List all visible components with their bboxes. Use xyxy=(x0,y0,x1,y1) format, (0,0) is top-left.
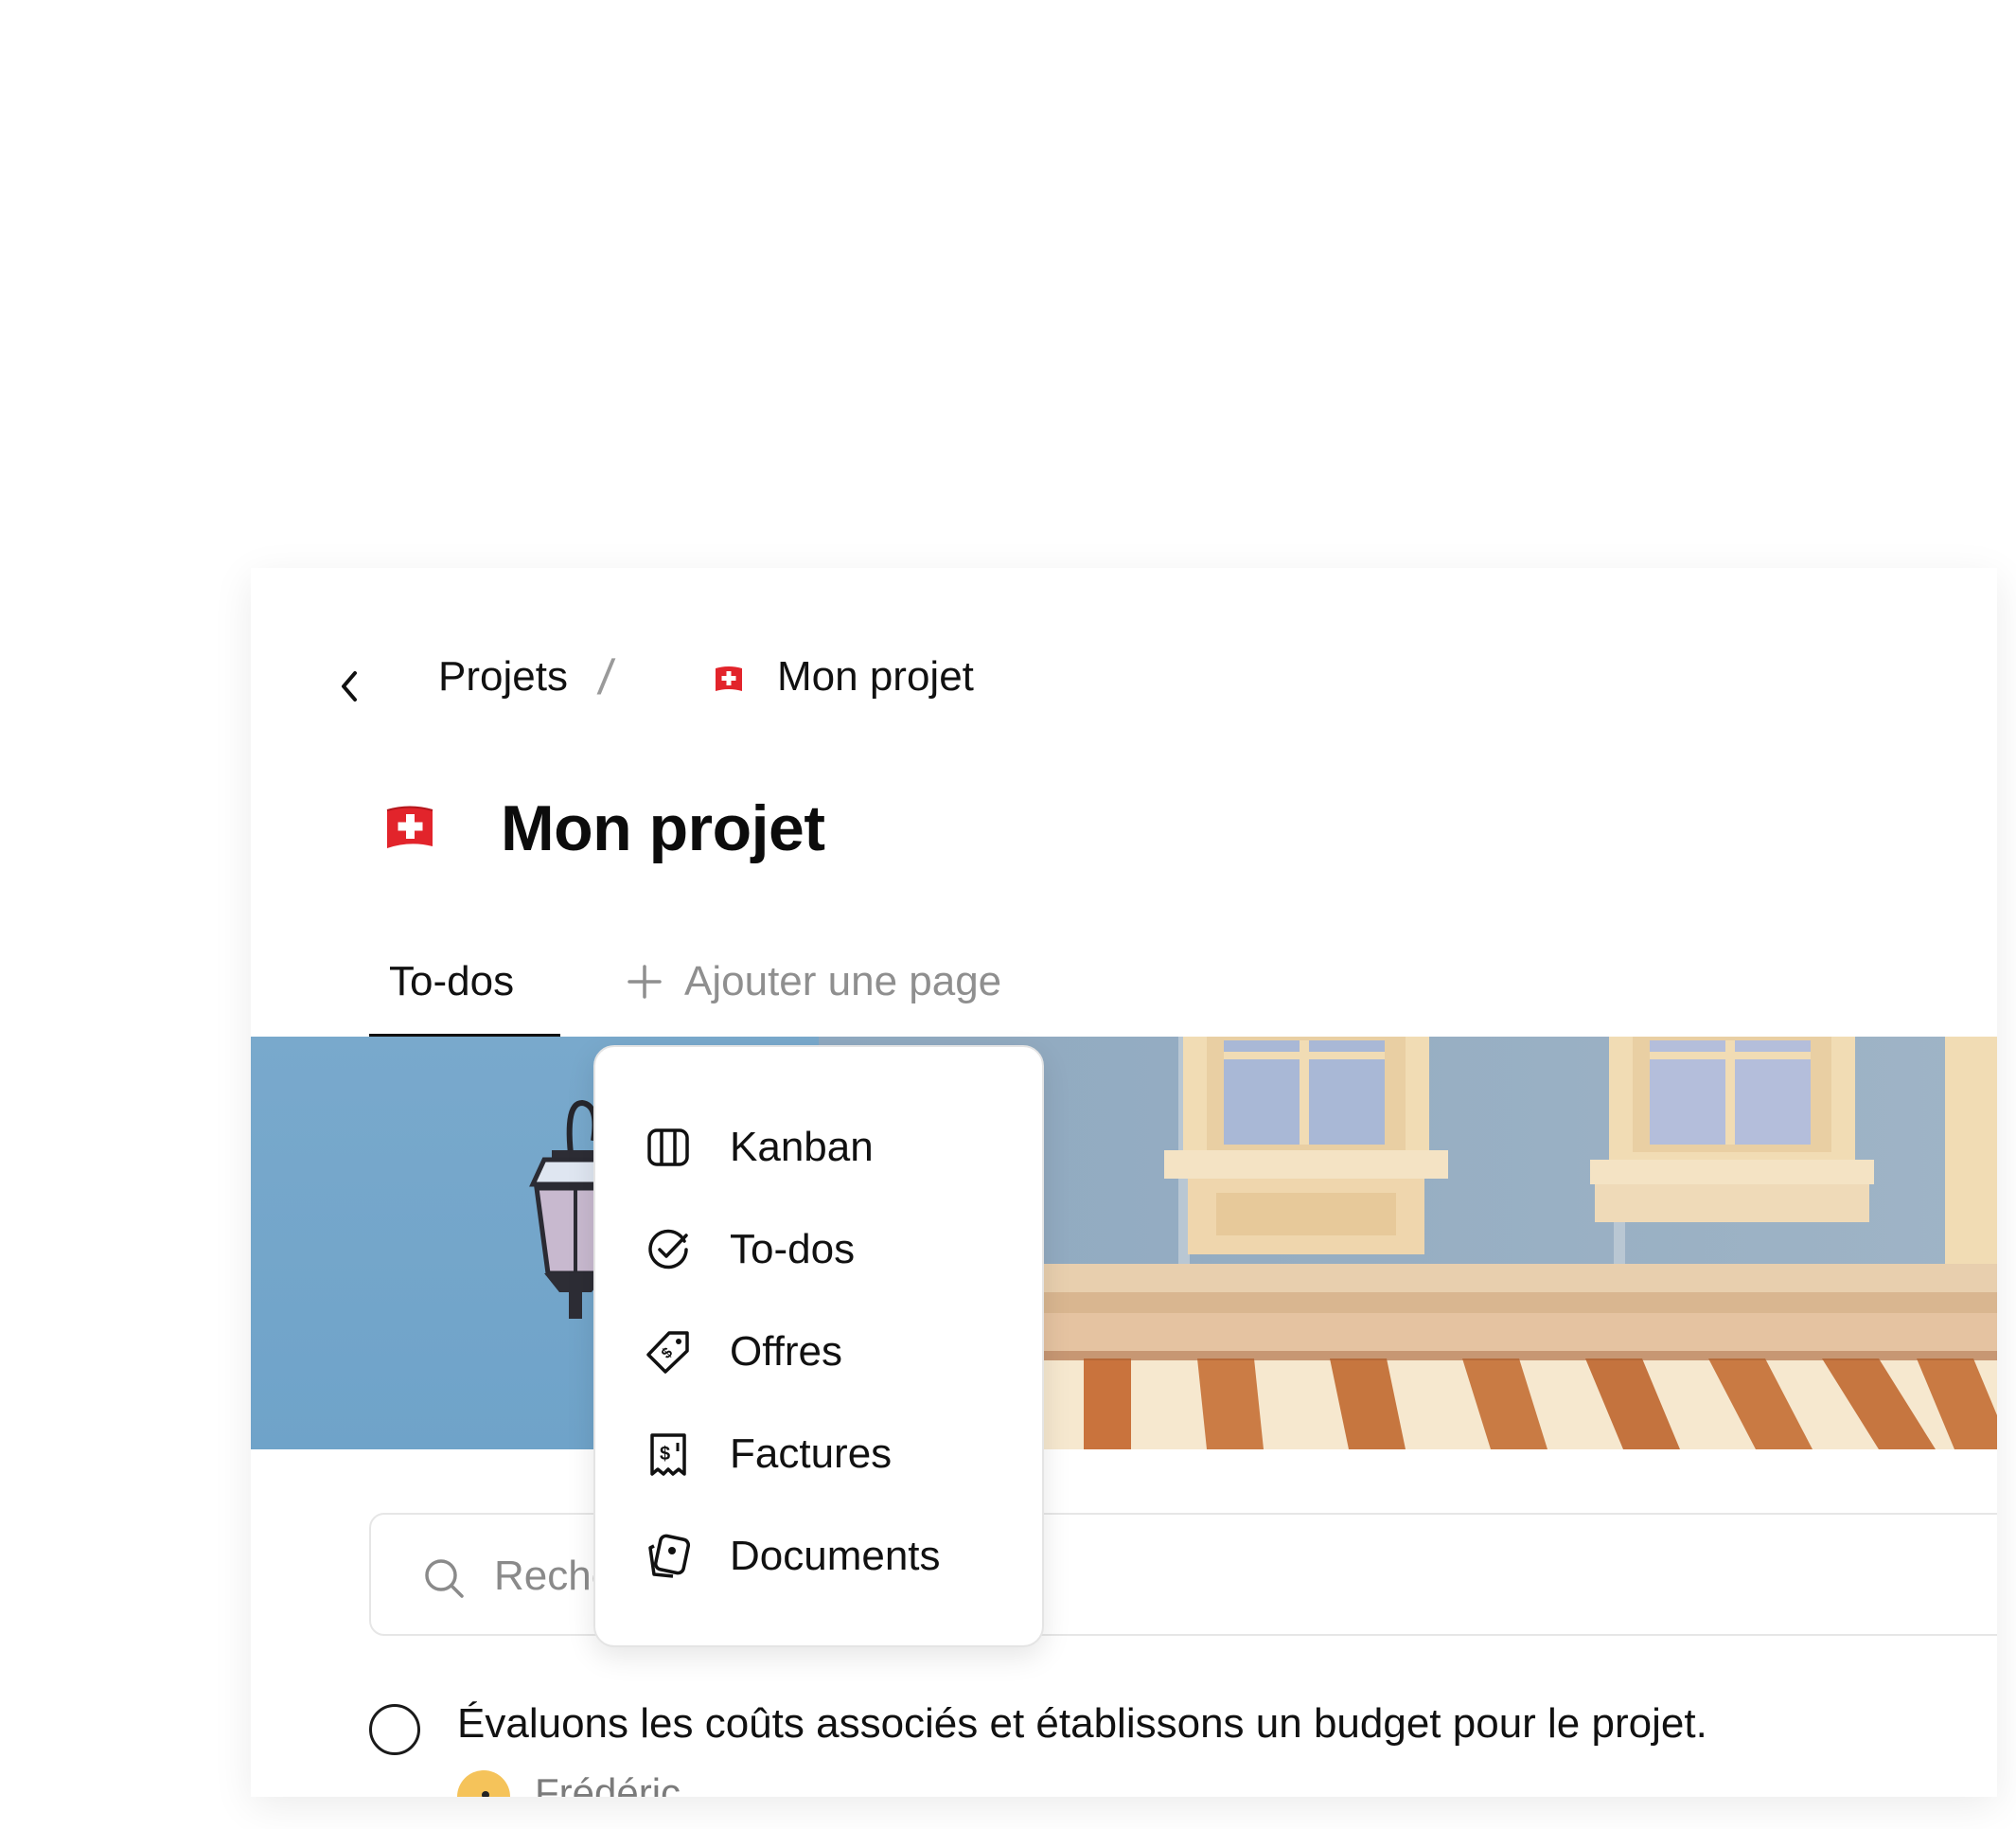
plus-icon xyxy=(628,965,662,999)
breadcrumb-separator: / xyxy=(594,650,617,705)
svg-text:$: $ xyxy=(660,1444,670,1465)
menu-item-label: To-dos xyxy=(730,1226,856,1272)
todo-text: Évaluons les coûts associés et établisso… xyxy=(457,1700,1707,1747)
menu-item-offres[interactable]: $ Offres xyxy=(595,1308,1042,1395)
swiss-flag-icon xyxy=(386,806,433,848)
check-circle-icon xyxy=(648,1229,688,1270)
tab-todos[interactable]: To-dos xyxy=(389,958,514,1005)
breadcrumb: Projets / Mon projet xyxy=(251,568,1997,705)
receipt-icon: $ xyxy=(650,1433,686,1476)
menu-item-label: Factures xyxy=(730,1430,893,1477)
avatar xyxy=(457,1770,510,1797)
menu-item-todos[interactable]: To-dos xyxy=(595,1206,1042,1293)
page-title: Mon projet xyxy=(501,792,825,864)
breadcrumb-current[interactable]: Mon projet xyxy=(777,653,974,701)
project-page: Projets / Mon projet Mon projet To-dos A… xyxy=(251,568,1997,1797)
search-icon xyxy=(425,1559,464,1598)
back-button[interactable] xyxy=(327,663,374,710)
chevron-left-icon xyxy=(342,671,357,701)
facade-illustration xyxy=(251,1037,1997,1449)
menu-item-documents[interactable]: Documents xyxy=(595,1513,1042,1600)
price-tag-icon: $ xyxy=(646,1331,689,1374)
todo-checkbox[interactable] xyxy=(369,1704,420,1755)
add-page-menu: Kanban To-dos $ Offres $ Factures Docume… xyxy=(593,1045,1044,1647)
swiss-flag-icon xyxy=(716,666,742,691)
menu-item-label: Documents xyxy=(730,1533,941,1579)
menu-item-label: Kanban xyxy=(730,1124,874,1170)
cover-image xyxy=(251,1037,1997,1449)
todo-assignee: Frédéric xyxy=(535,1770,681,1797)
add-page-button[interactable]: Ajouter une page xyxy=(626,958,1001,1005)
menu-item-kanban[interactable]: Kanban xyxy=(595,1104,1042,1191)
documents-icon xyxy=(648,1534,691,1578)
svg-text:$: $ xyxy=(659,1344,676,1361)
menu-item-factures[interactable]: $ Factures xyxy=(595,1411,1042,1498)
kanban-icon xyxy=(647,1128,689,1166)
breadcrumb-projects-link[interactable]: Projets xyxy=(438,653,568,701)
menu-item-label: Offres xyxy=(730,1328,843,1375)
person-icon xyxy=(482,1791,489,1797)
add-page-label: Ajouter une page xyxy=(684,958,1002,1004)
